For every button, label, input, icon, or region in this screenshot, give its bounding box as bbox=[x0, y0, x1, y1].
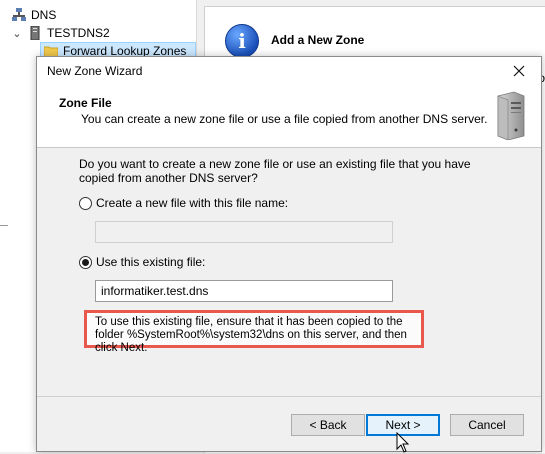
option-create-new-file[interactable]: Create a new file with this file name: bbox=[79, 196, 288, 210]
question-text: Do you want to create a new zone file or… bbox=[79, 157, 471, 185]
tree-item-server[interactable]: ⌄ TESTDNS2 bbox=[10, 24, 110, 42]
close-icon bbox=[513, 65, 525, 77]
option-create-label: Create a new file with this file name: bbox=[96, 196, 289, 210]
back-button[interactable]: < Back bbox=[291, 414, 365, 436]
option-use-existing-file[interactable]: Use this existing file: bbox=[79, 255, 205, 269]
new-zone-wizard-dialog: New Zone Wizard Zone File You can create… bbox=[36, 56, 542, 453]
button-separator bbox=[37, 396, 541, 397]
tree-item-dns[interactable]: DNS bbox=[12, 6, 56, 24]
header-description: You can create a new zone file or use a … bbox=[81, 112, 488, 126]
close-button[interactable] bbox=[497, 57, 541, 85]
background-title: Add a New Zone bbox=[271, 33, 365, 47]
new-file-name-field[interactable] bbox=[95, 221, 393, 243]
cancel-button[interactable]: Cancel bbox=[450, 414, 524, 436]
info-icon: i bbox=[225, 24, 259, 58]
chevron-down-icon[interactable]: ⌄ bbox=[10, 27, 24, 40]
wizard-header: Zone File You can create a new zone file… bbox=[37, 85, 541, 148]
header-title: Zone File bbox=[59, 96, 112, 110]
radio-create-new[interactable] bbox=[79, 196, 92, 210]
tree-label-server: TESTDNS2 bbox=[47, 26, 110, 40]
option-existing-label: Use this existing file: bbox=[96, 255, 206, 269]
existing-file-name-field[interactable] bbox=[95, 280, 393, 302]
window-title: New Zone Wizard bbox=[47, 64, 143, 78]
server-icon bbox=[30, 26, 40, 40]
tree-divider bbox=[0, 225, 8, 226]
tree-label-dns: DNS bbox=[31, 8, 57, 22]
dns-icon bbox=[12, 8, 26, 21]
existing-file-note: To use this existing file, ensure that i… bbox=[84, 310, 424, 354]
title-bar[interactable]: New Zone Wizard bbox=[37, 57, 541, 85]
cursor-icon bbox=[396, 432, 410, 453]
server-tower-icon bbox=[497, 91, 525, 140]
radio-use-existing[interactable] bbox=[79, 255, 92, 269]
